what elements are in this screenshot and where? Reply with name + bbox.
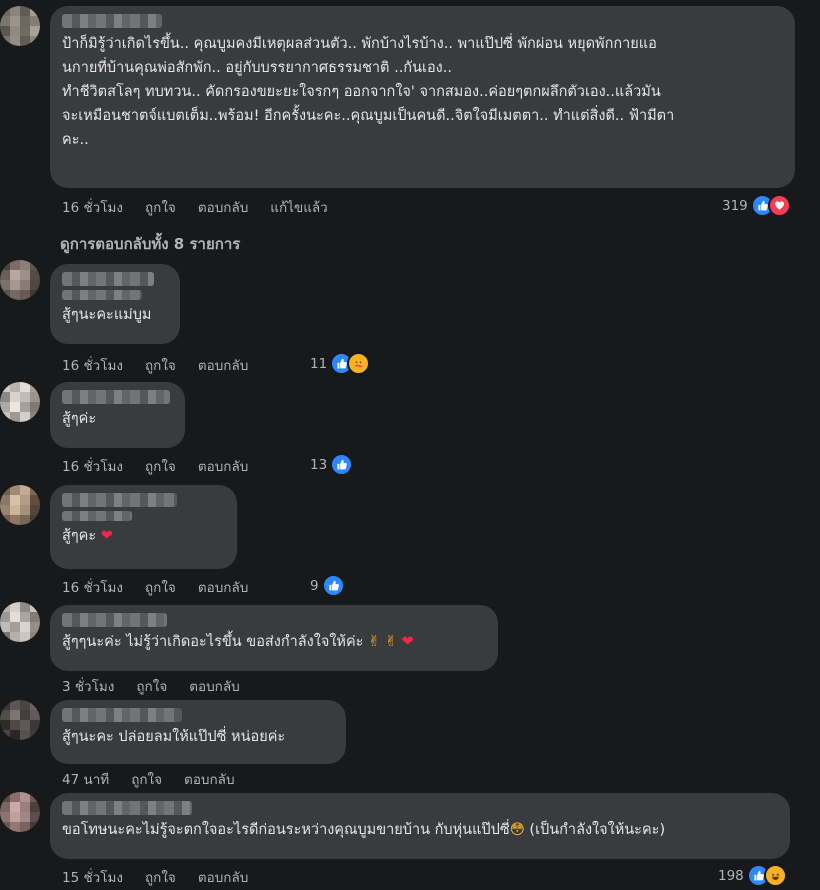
- commenter-name[interactable]: [62, 14, 162, 28]
- commenter-name[interactable]: [62, 272, 154, 286]
- reply-actions: 3 ชั่วโมง ถูกใจ ตอบกลับ: [62, 675, 240, 697]
- reply-time[interactable]: 16 ชั่วโมง: [62, 576, 123, 598]
- reply-text-body: สู้ๆๆนะค่ะ ไม่รู้ว่าเกิดอะไรขึ้น ขอส่งกำ…: [62, 634, 364, 650]
- comment-bubble: ป้าก็มิรู้ว่าเกิดไรขึ้น.. คุณบูมคงมีเหตุ…: [50, 6, 795, 188]
- comment-time[interactable]: 16 ชั่วโมง: [62, 196, 123, 218]
- like-reaction-icon: [321, 574, 345, 597]
- reply-bubble: สู้ๆนะคะแม่บูม: [50, 264, 180, 344]
- avatar[interactable]: [0, 700, 40, 740]
- reply-time[interactable]: 16 ชั่วโมง: [62, 354, 123, 376]
- avatar[interactable]: [0, 6, 40, 46]
- reaction-count: 319: [722, 197, 748, 214]
- care-reaction-icon: [347, 352, 371, 375]
- commenter-name-line: [62, 290, 142, 300]
- reply-actions: 15 ชั่วโมง ถูกใจ ตอบกลับ: [62, 866, 248, 888]
- like-button[interactable]: ถูกใจ: [145, 354, 176, 376]
- reaction-summary[interactable]: 11: [310, 352, 371, 375]
- commenter-name[interactable]: [62, 801, 192, 815]
- reply-bubble: สู้ๆๆนะค่ะ ไม่รู้ว่าเกิดอะไรขึ้น ขอส่งกำ…: [50, 605, 498, 671]
- reply-button[interactable]: ตอบกลับ: [184, 768, 234, 790]
- reaction-count: 13: [310, 456, 328, 473]
- avatar[interactable]: [0, 382, 40, 422]
- reply-bubble: สู้ๆนะคะ ปล่อยลมให้แป๊ปซี่ หน่อยค่ะ: [50, 700, 346, 764]
- comment-actions: 16 ชั่วโมง ถูกใจ ตอบกลับ แก้ไขแล้ว: [62, 196, 328, 218]
- reply-text: สู้ๆนะคะแม่บูม: [62, 307, 152, 323]
- pleading-face-emoji-icon: 😳: [509, 822, 525, 838]
- like-button[interactable]: ถูกใจ: [145, 455, 176, 477]
- reply-actions: 16 ชั่วโมง ถูกใจ ตอบกลับ: [62, 455, 248, 477]
- commenter-name[interactable]: [62, 708, 182, 722]
- reply-button[interactable]: ตอบกลับ: [198, 354, 248, 376]
- commenter-name-line: [62, 511, 132, 521]
- commenter-name[interactable]: [62, 613, 167, 627]
- victory-hand-emoji-icon: ✌ ✌: [368, 634, 397, 650]
- reply-actions: 47 นาที ถูกใจ ตอบกลับ: [62, 768, 235, 790]
- reply-button[interactable]: ตอบกลับ: [198, 196, 248, 218]
- reply-time[interactable]: 47 นาที: [62, 768, 109, 790]
- like-button[interactable]: ถูกใจ: [131, 768, 162, 790]
- reaction-summary[interactable]: 319: [722, 194, 791, 217]
- avatar[interactable]: [0, 792, 40, 832]
- reaction-summary[interactable]: 198: [718, 864, 787, 887]
- commenter-name[interactable]: [62, 493, 177, 507]
- reply-text-suffix: (เป็นกำลังใจให้นะคะ): [529, 822, 666, 838]
- heart-emoji-icon: ❤: [401, 634, 414, 650]
- reaction-count: 9: [310, 577, 319, 594]
- avatar[interactable]: [0, 602, 40, 642]
- reply-time[interactable]: 16 ชั่วโมง: [62, 455, 123, 477]
- reply-text: ขอโทษนะคะไม่รู้จะตกใจอะไรดีก่อนระหว่างคุ…: [62, 819, 778, 842]
- edited-label: แก้ไขแล้ว: [270, 200, 328, 216]
- reply-actions: 16 ชั่วโมง ถูกใจ ตอบกลับ: [62, 354, 248, 376]
- reply-bubble: ขอโทษนะคะไม่รู้จะตกใจอะไรดีก่อนระหว่างคุ…: [50, 793, 790, 859]
- reply-actions: 16 ชั่วโมง ถูกใจ ตอบกลับ: [62, 576, 248, 598]
- view-all-replies-link[interactable]: ดูการตอบกลับทั้ง 8 รายการ: [60, 232, 240, 256]
- reply-time[interactable]: 15 ชั่วโมง: [62, 866, 123, 888]
- reply-time[interactable]: 3 ชั่วโมง: [62, 675, 114, 697]
- reply-bubble: สู้ๆค่ะ: [50, 382, 185, 448]
- reply-text: สู้ๆนะคะ ปล่อยลมให้แป๊ปซี่ หน่อยค่ะ: [62, 729, 286, 745]
- comment-text: ป้าก็มิรู้ว่าเกิดไรขึ้น.. คุณบูมคงมีเหตุ…: [62, 36, 675, 148]
- commenter-name[interactable]: [62, 390, 170, 404]
- reply-text-body: สู้ๆคะ: [62, 528, 97, 544]
- like-reaction-icon: [330, 453, 354, 476]
- avatar[interactable]: [0, 485, 40, 525]
- reaction-count: 11: [310, 355, 328, 372]
- reaction-summary[interactable]: 13: [310, 453, 354, 476]
- reply-text: สู้ๆคะ ❤: [62, 525, 225, 548]
- love-reaction-icon: [767, 194, 791, 217]
- reaction-summary[interactable]: 9: [310, 574, 345, 597]
- reply-button[interactable]: ตอบกลับ: [198, 455, 248, 477]
- avatar[interactable]: [0, 260, 40, 300]
- reaction-count: 198: [718, 867, 744, 884]
- haha-reaction-icon: [763, 864, 787, 887]
- reply-text-body: ขอโทษนะคะไม่รู้จะตกใจอะไรดีก่อนระหว่างคุ…: [62, 822, 510, 838]
- reply-button[interactable]: ตอบกลับ: [189, 675, 239, 697]
- like-button[interactable]: ถูกใจ: [145, 196, 176, 218]
- reply-text: สู้ๆๆนะค่ะ ไม่รู้ว่าเกิดอะไรขึ้น ขอส่งกำ…: [62, 631, 486, 654]
- heart-emoji-icon: ❤: [100, 528, 113, 544]
- reply-text: สู้ๆค่ะ: [62, 411, 97, 427]
- like-button[interactable]: ถูกใจ: [145, 576, 176, 598]
- reply-button[interactable]: ตอบกลับ: [198, 576, 248, 598]
- like-button[interactable]: ถูกใจ: [136, 675, 167, 697]
- reply-button[interactable]: ตอบกลับ: [198, 866, 248, 888]
- like-button[interactable]: ถูกใจ: [145, 866, 176, 888]
- reply-bubble: สู้ๆคะ ❤: [50, 485, 237, 569]
